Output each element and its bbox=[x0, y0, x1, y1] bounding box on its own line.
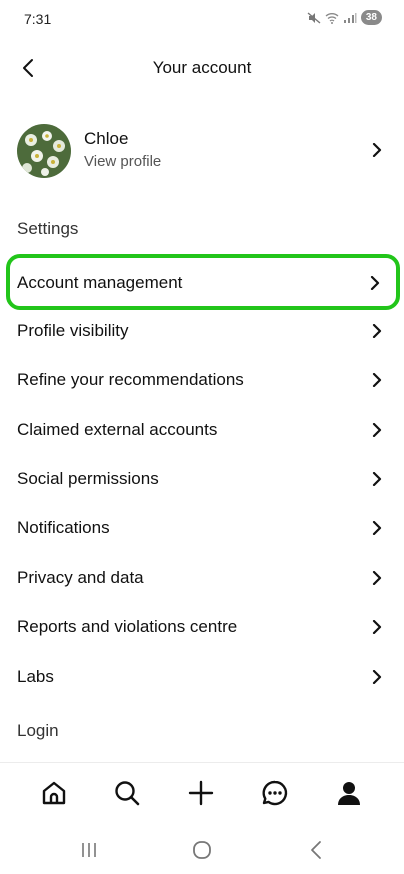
avatar bbox=[17, 124, 71, 178]
nav-create-button[interactable] bbox=[185, 777, 217, 809]
page-title: Your account bbox=[152, 58, 252, 77]
chevron-right-icon bbox=[370, 276, 380, 290]
menu-item-label: Privacy and data bbox=[17, 568, 144, 587]
menu-item-label: Social permissions bbox=[17, 469, 159, 488]
menu-item-label: Refine your recommendations bbox=[17, 370, 244, 389]
menu-item-profile-visibility[interactable]: Profile visibility bbox=[0, 308, 404, 354]
menu-item-label: Account management bbox=[17, 273, 183, 292]
login-section-label: Login bbox=[17, 721, 59, 740]
chevron-right-icon bbox=[372, 670, 382, 684]
menu-item-privacy-and-data[interactable]: Privacy and data bbox=[0, 555, 404, 601]
menu-item-label: Labs bbox=[17, 667, 54, 686]
menu-item-claimed-external-accounts[interactable]: Claimed external accounts bbox=[0, 407, 404, 453]
mute-icon bbox=[307, 11, 321, 24]
settings-section-label: Settings bbox=[17, 219, 79, 238]
status-icons: 38 bbox=[307, 10, 382, 25]
wifi-icon bbox=[325, 12, 339, 24]
menu-item-labs[interactable]: Labs bbox=[0, 654, 404, 700]
search-icon bbox=[115, 781, 140, 806]
view-profile-label: View profile bbox=[84, 153, 162, 170]
chevron-right-icon bbox=[372, 472, 382, 486]
system-nav-bar bbox=[0, 828, 404, 874]
battery-icon: 38 bbox=[360, 10, 382, 25]
chevron-right-icon bbox=[372, 620, 382, 634]
chevron-right-icon bbox=[372, 423, 382, 437]
bottom-nav bbox=[0, 762, 404, 828]
nav-messages-button[interactable] bbox=[259, 777, 291, 809]
status-bar: 7:31 38 bbox=[0, 0, 404, 40]
menu-item-notifications[interactable]: Notifications bbox=[0, 505, 404, 551]
system-home-button[interactable] bbox=[188, 838, 216, 862]
nav-search-button[interactable] bbox=[111, 777, 143, 809]
home-icon bbox=[42, 781, 66, 805]
menu-item-account-management[interactable]: Account management bbox=[6, 254, 400, 310]
messages-icon bbox=[262, 780, 288, 806]
recent-apps-icon bbox=[82, 843, 96, 857]
nav-profile-button[interactable] bbox=[333, 777, 365, 809]
signal-icon bbox=[343, 12, 357, 24]
system-back-button[interactable] bbox=[302, 838, 330, 862]
menu-item-reports-and-violations[interactable]: Reports and violations centre bbox=[0, 604, 404, 650]
menu-item-social-permissions[interactable]: Social permissions bbox=[0, 456, 404, 502]
plus-icon bbox=[188, 780, 214, 806]
chevron-right-icon bbox=[372, 324, 382, 338]
menu-item-label: Notifications bbox=[17, 518, 110, 537]
recent-apps-button[interactable] bbox=[75, 838, 103, 862]
chevron-right-icon bbox=[372, 373, 382, 387]
chevron-right-icon bbox=[372, 571, 382, 585]
menu-item-label: Reports and violations centre bbox=[17, 617, 238, 636]
home-circle-icon bbox=[193, 841, 211, 859]
profile-name: Chloe bbox=[84, 129, 129, 148]
nav-home-button[interactable] bbox=[38, 777, 70, 809]
menu-item-label: Claimed external accounts bbox=[17, 420, 218, 439]
chevron-right-icon bbox=[372, 143, 382, 157]
menu-item-label: Profile visibility bbox=[17, 321, 129, 340]
header: Your account bbox=[0, 46, 404, 90]
chevron-right-icon bbox=[372, 521, 382, 535]
back-icon bbox=[311, 841, 321, 859]
status-time: 7:31 bbox=[24, 11, 52, 27]
profile-icon bbox=[338, 782, 360, 805]
profile-row[interactable]: Chloe View profile bbox=[0, 118, 404, 182]
menu-item-refine-recommendations[interactable]: Refine your recommendations bbox=[0, 357, 404, 403]
